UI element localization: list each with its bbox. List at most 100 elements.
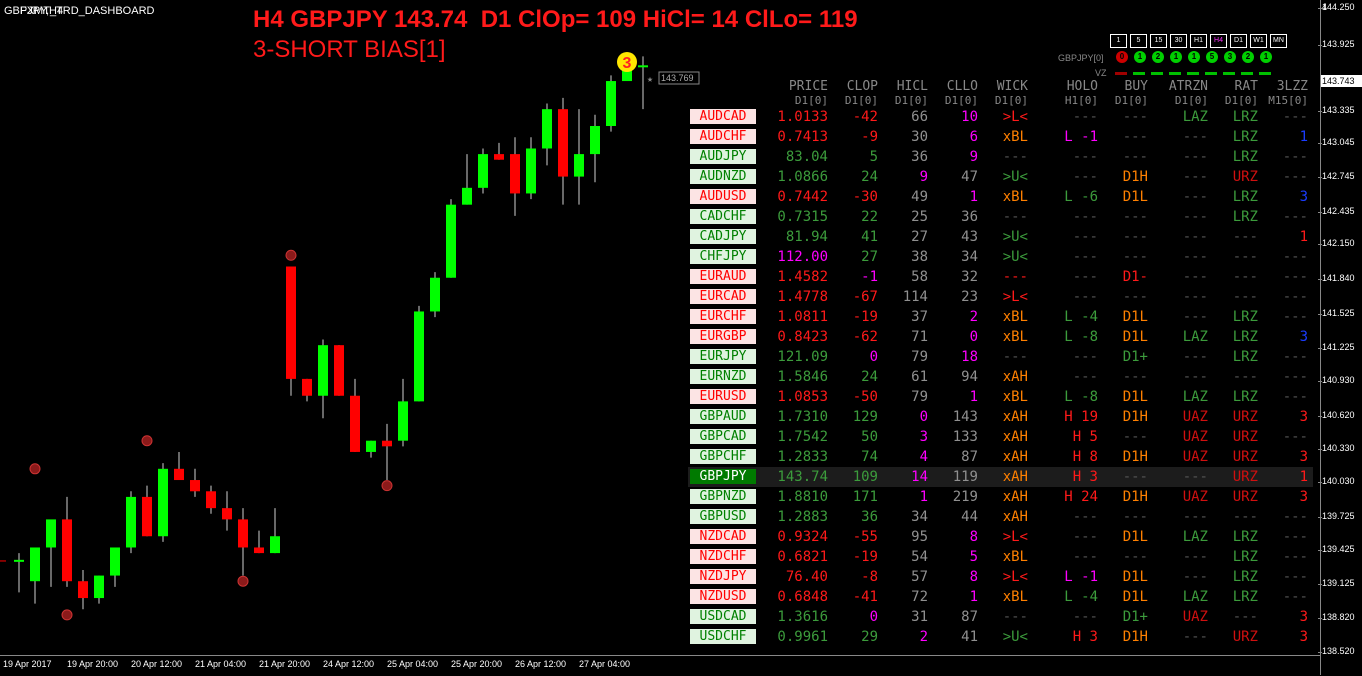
pair-button[interactable]: AUDCHF	[690, 129, 756, 144]
table-row[interactable]: GBPJPY 143.74 109 14 119 xAH H 3 --- --- URZ 1	[688, 467, 1313, 487]
time-axis[interactable]: 19 Apr 2017 19 Apr 20:00 20 Apr 12:00 21 Ap…	[0, 655, 1320, 676]
cell-holo: ---	[1072, 209, 1098, 225]
cell-buy: ---	[1122, 469, 1148, 485]
pair-button[interactable]: EURJPY	[690, 349, 756, 364]
column-header: 3LZZ M15[0]	[1268, 80, 1308, 108]
time-tick-label: 24 Apr 12:00	[323, 659, 375, 669]
table-row[interactable]: EURUSD 1.0853 -50 79 1 xBL L -8 D1L LAZ LRZ ---	[688, 387, 1313, 407]
pair-button[interactable]: AUDCAD	[690, 109, 756, 124]
pair-button[interactable]: EURCHF	[690, 309, 756, 324]
table-row[interactable]: NZDUSD 0.6848 -41 72 1 xBL L -4 D1L LAZ LRZ ---	[688, 587, 1313, 607]
cell-holo: H 3	[1072, 469, 1098, 485]
cell-lzz: ---	[1282, 429, 1308, 445]
pair-button[interactable]: USDCHF	[690, 629, 756, 644]
pair-button[interactable]: EURAUD	[690, 269, 756, 284]
timeframe-button[interactable]: MN	[1270, 34, 1287, 48]
pair-button[interactable]: CADCHF	[690, 209, 756, 224]
table-row[interactable]: EURGBP 0.8423 -62 71 0 xBL L -8 D1L LAZ LRZ 3	[688, 327, 1313, 347]
cell-price: 1.4582	[777, 269, 828, 285]
table-row[interactable]: AUDJPY 83.04 5 36 9 --- --- --- --- LRZ ---	[688, 147, 1313, 167]
cell-price: 1.7310	[777, 409, 828, 425]
timeframe-button[interactable]: 30	[1170, 34, 1187, 48]
column-header-name: RAT	[1234, 79, 1258, 94]
table-row[interactable]: NZDJPY 76.40 -8 57 8 >L< L -1 D1L --- LRZ ---	[688, 567, 1313, 587]
table-row[interactable]: AUDCAD 1.0133 -42 66 10 >L< --- --- LAZ LRZ ---	[688, 107, 1313, 127]
pair-button[interactable]: NZDCAD	[690, 529, 756, 544]
pair-button[interactable]: EURNZD	[690, 369, 756, 384]
pair-button[interactable]: EURGBP	[690, 329, 756, 344]
cell-atr: ---	[1182, 309, 1208, 325]
signal-dot-icon: 1	[1134, 51, 1146, 63]
table-row[interactable]: USDCAD 1.3616 0 31 87 --- --- D1+ UAZ --- 3	[688, 607, 1313, 627]
table-row[interactable]: AUDCHF 0.7413 -9 30 6 xBL L -1 --- --- LRZ 1	[688, 127, 1313, 147]
pair-button[interactable]: GBPCAD	[690, 429, 756, 444]
pair-button[interactable]: AUDNZD	[690, 169, 756, 184]
price-tick-label: 142.745	[1318, 171, 1355, 182]
candlestick	[30, 547, 40, 604]
cell-buy: ---	[1122, 289, 1148, 305]
price-axis[interactable]: 144.250 143.925 143.335 143.045 142.745 142.4…	[1317, 0, 1362, 675]
pair-button[interactable]: GBPUSD	[690, 509, 756, 524]
table-row[interactable]: EURJPY 121.09 0 79 18 --- --- D1+ --- LRZ ---	[688, 347, 1313, 367]
signal-pair-label: GBPJPY[0]	[1058, 53, 1104, 63]
cell-holo: ---	[1072, 609, 1098, 625]
pair-button[interactable]: AUDJPY	[690, 149, 756, 164]
time-tick-label: 21 Apr 04:00	[195, 659, 247, 669]
table-row[interactable]: CADJPY 81.94 41 27 43 >U< --- --- --- --- 1	[688, 227, 1313, 247]
pair-button[interactable]: NZDCHF	[690, 549, 756, 564]
table-row[interactable]: EURCAD 1.4778 -67 114 23 >L< --- --- --- --- ---	[688, 287, 1313, 307]
pair-button[interactable]: GBPNZD	[690, 489, 756, 504]
cell-clop: -50	[852, 389, 878, 405]
pair-button[interactable]: NZDJPY	[690, 569, 756, 584]
pair-button[interactable]: GBPCHF	[690, 449, 756, 464]
pair-button[interactable]: CHFJPY	[690, 249, 756, 264]
timeframe-button[interactable]: 5	[1130, 34, 1147, 48]
cell-atr: LAZ	[1182, 529, 1208, 545]
cell-buy: ---	[1122, 369, 1148, 385]
table-row[interactable]: EURAUD 1.4582 -1 58 32 --- --- D1- --- --- ---	[688, 267, 1313, 287]
vz-bar	[1169, 72, 1181, 75]
table-row[interactable]: NZDCAD 0.9324 -55 95 8 >L< --- D1L LAZ LRZ ---	[688, 527, 1313, 547]
cell-holo: L -1	[1064, 569, 1098, 585]
cell-clop: -19	[852, 309, 878, 325]
table-row[interactable]: NZDCHF 0.6821 -19 54 5 xBL --- --- --- LRZ ---	[688, 547, 1313, 567]
pair-button[interactable]: GBPAUD	[690, 409, 756, 424]
table-row[interactable]: GBPUSD 1.2883 36 34 44 xAH --- --- --- --- ---	[688, 507, 1313, 527]
table-row[interactable]: GBPCAD 1.7542 50 3 133 xAH H 5 --- UAZ URZ ---	[688, 427, 1313, 447]
table-row[interactable]: CHFJPY 112.00 27 38 34 >U< --- --- --- --- ---	[688, 247, 1313, 267]
table-row[interactable]: EURNZD 1.5846 24 61 94 xAH --- --- --- --- ---	[688, 367, 1313, 387]
cell-buy: D1+	[1122, 609, 1148, 625]
cell-rat: LRZ	[1232, 529, 1258, 545]
cell-price: 1.3616	[777, 609, 828, 625]
timeframe-button[interactable]: 1	[1110, 34, 1127, 48]
table-row[interactable]: EURCHF 1.0811 -19 37 2 xBL L -4 D1L --- LRZ ---	[688, 307, 1313, 327]
cell-holo: ---	[1072, 169, 1098, 185]
timeframe-button[interactable]: W1	[1250, 34, 1267, 48]
table-row[interactable]: GBPAUD 1.7310 129 0 143 xAH H 19 D1H UAZ URZ 3	[688, 407, 1313, 427]
table-row[interactable]: AUDNZD 1.0866 24 9 47 >U< --- D1H --- URZ ---	[688, 167, 1313, 187]
cell-lzz: 3	[1299, 409, 1308, 425]
timeframe-button[interactable]: D1	[1230, 34, 1247, 48]
timeframe-button[interactable]: 15	[1150, 34, 1167, 48]
table-row[interactable]: CADCHF 0.7315 22 25 36 --- --- --- --- LRZ ---	[688, 207, 1313, 227]
pair-button[interactable]: EURCAD	[690, 289, 756, 304]
timeframe-button[interactable]: H4	[1210, 34, 1227, 48]
cell-cllo: 10	[961, 109, 978, 125]
pair-button[interactable]: EURUSD	[690, 389, 756, 404]
cell-atr: ---	[1182, 249, 1208, 265]
cell-cllo: 1	[969, 589, 978, 605]
timeframe-button[interactable]: H1	[1190, 34, 1207, 48]
pair-button[interactable]: AUDUSD	[690, 189, 756, 204]
table-row[interactable]: GBPNZD 1.8810 171 1 219 xAH H 24 D1H UAZ URZ 3	[688, 487, 1313, 507]
pair-button[interactable]: NZDUSD	[690, 589, 756, 604]
table-row[interactable]: AUDUSD 0.7442 -30 49 1 xBL L -6 D1L --- LRZ 3	[688, 187, 1313, 207]
pair-button[interactable]: CADJPY	[690, 229, 756, 244]
pair-button[interactable]: USDCAD	[690, 609, 756, 624]
pair-button[interactable]: GBPJPY	[690, 469, 756, 484]
table-row[interactable]: USDCHF 0.9961 29 2 41 >U< H 3 D1H --- URZ 3	[688, 627, 1313, 647]
cell-rat: ---	[1232, 369, 1258, 385]
column-header: HOLO H1[0]	[1065, 80, 1098, 108]
cell-buy: ---	[1122, 509, 1148, 525]
candlestick	[494, 142, 504, 160]
table-row[interactable]: GBPCHF 1.2833 74 4 87 xAH H 8 D1H UAZ URZ 3	[688, 447, 1313, 467]
